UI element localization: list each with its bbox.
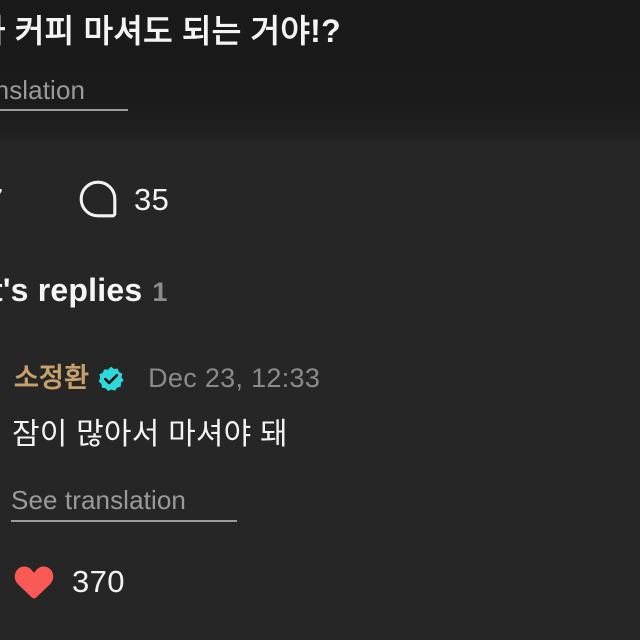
post-comment-count: 35	[134, 181, 170, 217]
post-stats-row: 7 35	[0, 168, 640, 230]
verified-badge-icon	[98, 366, 124, 392]
replies-heading-label: st's replies	[0, 272, 143, 308]
post-band: 가 커피 마셔도 되는 거야!? translation	[0, 0, 640, 141]
reply-see-translation-link[interactable]: See translation	[11, 484, 237, 522]
heart-icon	[12, 559, 56, 603]
reply-translation-underline	[11, 520, 237, 522]
reply-text: 잠이 많아서 마셔야 돼	[12, 418, 288, 451]
reply-author-name[interactable]: 소정환	[14, 363, 89, 393]
replies-heading: st's replies 1	[0, 268, 168, 319]
speech-bubble-icon	[78, 179, 118, 219]
post-like-count: 7	[0, 184, 4, 215]
reply-like-stat[interactable]: 370	[12, 558, 125, 604]
reply-see-translation-label: See translation	[11, 485, 186, 515]
reply-meta-row: 소정환 Dec 23, 12:33	[14, 361, 320, 395]
post-translation-underline	[0, 109, 128, 111]
post-detail-screen: 가 커피 마셔도 되는 거야!? translation 7 35 st's r…	[0, 0, 640, 640]
post-like-stat[interactable]: 7	[0, 168, 4, 230]
reply-like-count: 370	[72, 563, 125, 599]
post-see-translation-link[interactable]: translation	[0, 74, 128, 111]
reply-timestamp: Dec 23, 12:33	[148, 363, 321, 393]
post-comment-stat[interactable]: 35	[78, 168, 169, 230]
post-text: 가 커피 마셔도 되는 거야!?	[0, 13, 341, 49]
post-see-translation-label: translation	[0, 75, 86, 105]
replies-heading-count: 1	[152, 277, 168, 307]
